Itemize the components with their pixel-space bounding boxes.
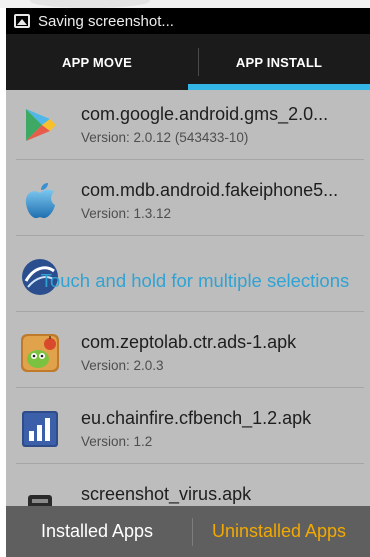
- apple-logo-icon: [25, 183, 55, 219]
- decorative-swoosh: [30, 0, 150, 8]
- row-divider: [16, 463, 364, 464]
- tab-divider: [198, 48, 199, 76]
- app-icon: [28, 495, 52, 506]
- tab-app-install[interactable]: APP INSTALL: [188, 34, 370, 90]
- toast-message: Touch and hold for multiple selections: [40, 270, 350, 291]
- status-text: Saving screenshot...: [38, 12, 174, 30]
- list-item[interactable]: com.google.android.gms_2.0... Version: 2…: [6, 90, 370, 160]
- app-version: Version: 1.3.12: [81, 206, 172, 221]
- installed-apps-button[interactable]: Installed Apps: [6, 506, 188, 557]
- row-divider: [16, 387, 364, 388]
- status-bar: Saving screenshot...: [6, 8, 370, 34]
- app-name: eu.chainfire.cfbench_1.2.apk: [81, 408, 312, 428]
- app-version: Version: 2.0.3: [81, 358, 164, 373]
- app-name: com.mdb.android.fakeiphone5...: [81, 180, 339, 200]
- app-name: com.google.android.gms_2.0...: [81, 104, 329, 124]
- tab-app-move[interactable]: APP MOVE: [6, 34, 188, 90]
- app-name: screenshot_virus.apk: [81, 484, 252, 504]
- apk-list[interactable]: com.google.android.gms_2.0... Version: 2…: [6, 90, 370, 506]
- bottom-divider: [192, 518, 193, 546]
- tab-app-move-label: APP MOVE: [62, 54, 132, 70]
- app-version: Version: 1.2: [81, 434, 153, 449]
- screenshot-icon: [14, 14, 30, 28]
- bottom-bar: Installed Apps Uninstalled Apps: [6, 506, 370, 557]
- app-version: Version: 2.0.12 (543433-10): [81, 130, 249, 145]
- cut-the-rope-icon: [21, 334, 59, 372]
- bar-chart-icon: [22, 411, 58, 447]
- list-item[interactable]: screenshot_virus.apk: [6, 470, 370, 506]
- row-divider: [16, 235, 364, 236]
- uninstalled-apps-button[interactable]: Uninstalled Apps: [188, 506, 370, 557]
- list-item[interactable]: eu.chainfire.cfbench_1.2.apk Version: 1.…: [6, 394, 370, 464]
- app-name: com.zeptolab.ctr.ads-1.apk: [81, 332, 297, 352]
- row-divider: [16, 159, 364, 160]
- list-item[interactable]: com.zeptolab.ctr.ads-1.apk Version: 2.0.…: [6, 318, 370, 388]
- list-item[interactable]: com.mdb.android.fakeiphone5... Version: …: [6, 166, 370, 236]
- row-divider: [16, 311, 364, 312]
- tab-app-install-label: APP INSTALL: [235, 54, 323, 70]
- tab-bar: APP MOVE APP INSTALL: [6, 34, 370, 90]
- top-strip: [0, 0, 370, 8]
- play-services-icon: [26, 109, 56, 141]
